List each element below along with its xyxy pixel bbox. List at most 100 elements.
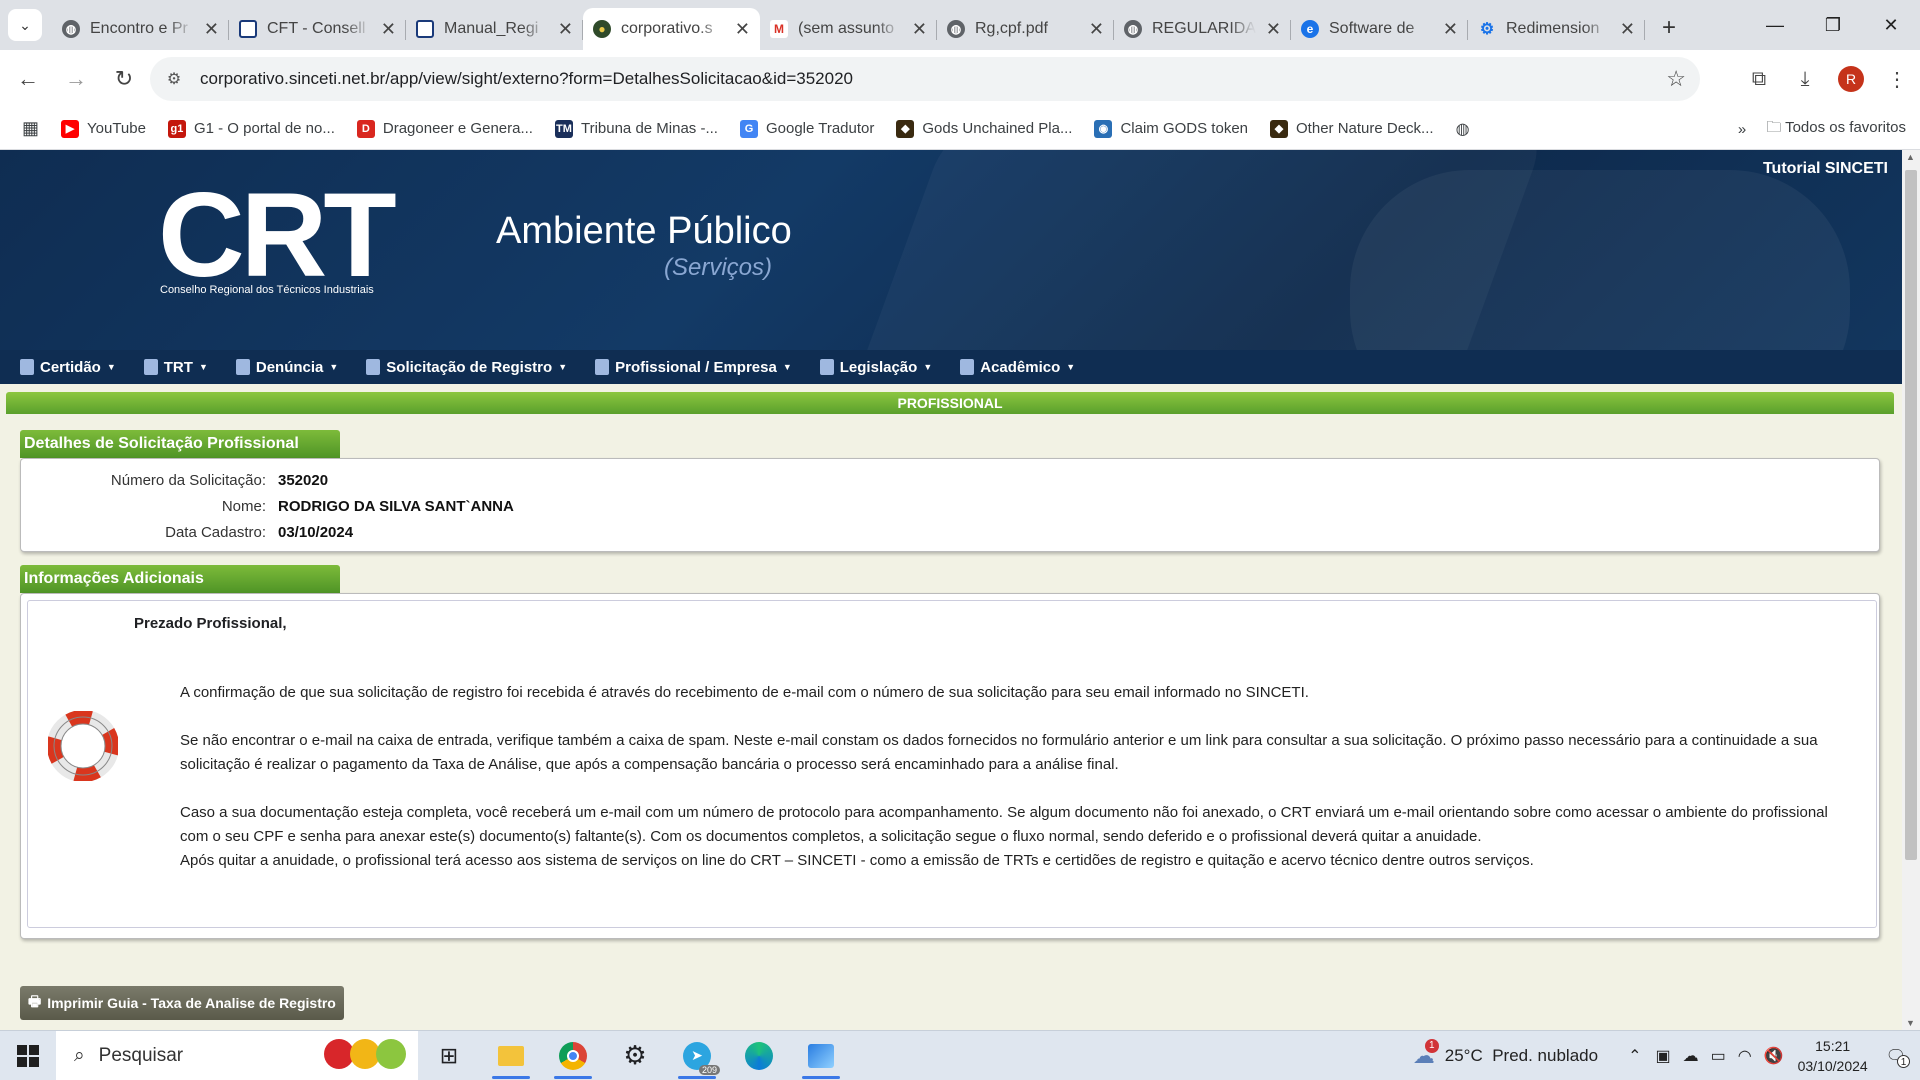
caret-down-icon: ▼ [923, 362, 933, 372]
menu-kebab-icon[interactable]: ⋮ [1874, 67, 1920, 92]
menu-item[interactable]: Solicitação de Registro ▼ [366, 359, 567, 376]
taskbar-search[interactable]: ⌕ Pesquisar [56, 1030, 418, 1080]
show-hidden-icons[interactable]: ⌃ [1628, 1046, 1641, 1066]
tab-title: (sem assunto [798, 20, 895, 37]
tutorial-link[interactable]: Tutorial SINCETI [1763, 160, 1888, 178]
field-row: Nome: RODRIGO DA SILVA SANT`ANNA [21, 498, 514, 515]
edge-icon[interactable] [728, 1031, 790, 1080]
menu-item[interactable]: Denúncia ▼ [235, 359, 338, 376]
extensions-icon[interactable]: ⧉ [1736, 68, 1782, 91]
browser-tab[interactable]: e Software de ✕ [1291, 10, 1468, 48]
notifications-icon[interactable]: 🗨 1 [1886, 1046, 1910, 1068]
onedrive-icon[interactable]: ☁ [1683, 1046, 1699, 1066]
caret-down-icon: ▼ [782, 362, 792, 372]
wifi-icon[interactable]: ◠ [1738, 1046, 1752, 1066]
bookmark-item[interactable]: ◉ Claim GODS token [1094, 119, 1248, 138]
address-bar[interactable]: ⚙ corporativo.sinceti.net.br/app/view/si… [150, 57, 1700, 101]
file-explorer-icon[interactable] [480, 1031, 542, 1080]
bookmarks-bar: ▦ ▶ YouTube g1 G1 - O portal de no... D Drago… [0, 108, 1920, 150]
menu-item[interactable]: Certidão ▼ [20, 359, 116, 376]
site-info-icon[interactable]: ⚙ [154, 69, 194, 89]
back-button[interactable]: ← [8, 59, 48, 99]
battery-icon[interactable]: ▭ [1711, 1046, 1726, 1066]
tab-title: Encontro e Pr [90, 20, 188, 37]
windows-start-button[interactable] [0, 1044, 56, 1067]
chrome-icon[interactable] [542, 1031, 604, 1080]
close-tab-icon[interactable]: ✕ [1620, 19, 1635, 40]
meet-now-icon[interactable]: ▣ [1655, 1046, 1670, 1066]
menu-item-icon [366, 359, 381, 375]
task-view-icon[interactable]: ⊞ [418, 1031, 480, 1080]
browser-tab[interactable]: ◍ Rg,cpf.pdf ✕ [937, 10, 1114, 48]
crt-logo[interactable]: CRT [158, 175, 397, 295]
menu-item-icon [595, 359, 610, 375]
profile-avatar[interactable]: R [1838, 66, 1864, 92]
browser-tab[interactable]: ⚙ Redimension ✕ [1468, 10, 1645, 48]
bookmark-item[interactable]: ◆ Other Nature Deck... [1270, 119, 1434, 138]
new-tab-button[interactable]: + [1651, 10, 1687, 46]
download-icon[interactable]: ⤓ [1782, 68, 1828, 91]
bookmark-icon: g1 [167, 119, 186, 138]
bookmark-item[interactable]: G Google Tradutor [739, 119, 874, 138]
search-icon: ⌕ [74, 1044, 85, 1066]
scroll-down-icon[interactable]: ▼ [1906, 1018, 1915, 1028]
field-row: Número da Solicitação: 352020 [21, 472, 328, 489]
close-tab-icon[interactable]: ✕ [735, 19, 750, 40]
restore-button[interactable]: ❐ [1804, 0, 1862, 50]
menu-item[interactable]: Acadêmico ▼ [960, 359, 1075, 376]
bookmark-label: Dragoneer e Genera... [382, 120, 533, 137]
menu-item[interactable]: TRT ▼ [143, 359, 208, 376]
close-window-button[interactable]: ✕ [1862, 0, 1920, 50]
browser-tab[interactable]: ● corporativo.s ✕ [583, 8, 760, 50]
browser-tab[interactable]: ◍ REGULARIDA ✕ [1114, 10, 1291, 48]
reload-button[interactable]: ↻ [104, 59, 144, 99]
close-tab-icon[interactable]: ✕ [1443, 19, 1458, 40]
bookmark-globe-icon[interactable]: ◍ [1456, 119, 1470, 139]
bookmark-item[interactable]: TM Tribuna de Minas -... [554, 119, 718, 138]
more-bookmarks-icon[interactable]: » [1738, 121, 1746, 138]
settings-icon[interactable]: ⚙ [604, 1031, 666, 1080]
bookmark-label: G1 - O portal de no... [193, 120, 335, 137]
close-tab-icon[interactable]: ✕ [381, 19, 396, 40]
bookmark-item[interactable]: ▶ YouTube [61, 119, 146, 138]
browser-tab[interactable]: ◍ Encontro e Pr ✕ [52, 10, 229, 48]
browser-tab[interactable]: M (sem assunto ✕ [760, 10, 937, 48]
volume-icon[interactable]: 🔇 [1764, 1046, 1784, 1066]
weather-text[interactable]: 25°C Pred. nublado [1445, 1046, 1598, 1066]
apps-grid-icon[interactable]: ▦ [22, 118, 39, 139]
bookmark-item[interactable]: ◆ Gods Unchained Pla... [896, 119, 1073, 138]
bookmark-star-icon[interactable]: ☆ [1666, 66, 1686, 92]
search-placeholder: Pesquisar [98, 1044, 184, 1066]
menu-item-icon [819, 359, 834, 375]
browser-tab[interactable]: Manual_Regi ✕ [406, 10, 583, 48]
bookmark-list: ▶ YouTube g1 G1 - O portal de no... D Dragone… [39, 119, 1434, 138]
telegram-icon[interactable]: ➤ 209 [666, 1031, 728, 1080]
close-tab-icon[interactable]: ✕ [1089, 19, 1104, 40]
bookmark-item[interactable]: D Dragoneer e Genera... [356, 119, 533, 138]
tab-search-button[interactable]: ⌄ [8, 9, 42, 41]
photos-icon[interactable] [790, 1031, 852, 1080]
close-tab-icon[interactable]: ✕ [204, 19, 219, 40]
print-guide-button[interactable]: 🖶 Imprimir Guia - Taxa de Analise de Reg… [20, 986, 344, 1020]
close-tab-icon[interactable]: ✕ [1266, 19, 1281, 40]
bookmark-icon: ▶ [61, 119, 80, 138]
tab-title: CFT - Consell [267, 20, 366, 37]
weather-icon[interactable]: ☁ 1 [1413, 1039, 1439, 1069]
page-scrollbar[interactable]: ▲ ▼ [1902, 150, 1920, 1030]
all-favorites-folder[interactable]: 🗀 Todos os favoritos [1766, 117, 1906, 142]
minimize-button[interactable]: — [1746, 0, 1804, 50]
scroll-up-icon[interactable]: ▲ [1906, 152, 1915, 162]
scrollbar-thumb[interactable] [1905, 170, 1917, 860]
browser-tab[interactable]: CFT - Consell ✕ [229, 10, 406, 48]
clock[interactable]: 15:21 03/10/2024 [1798, 1036, 1868, 1076]
close-tab-icon[interactable]: ✕ [558, 19, 573, 40]
bookmark-label: Gods Unchained Pla... [922, 120, 1073, 137]
url-text[interactable]: corporativo.sinceti.net.br/app/view/sigh… [200, 69, 853, 89]
menu-item[interactable]: Profissional / Empresa ▼ [595, 359, 792, 376]
bookmark-item[interactable]: g1 G1 - O portal de no... [167, 119, 335, 138]
bookmark-icon: ◆ [1270, 119, 1289, 138]
info-inner: Prezado Profissional, A confirmação de q… [27, 600, 1877, 928]
menu-item[interactable]: Legislação ▼ [819, 359, 933, 376]
close-tab-icon[interactable]: ✕ [912, 19, 927, 40]
forward-button[interactable]: → [56, 59, 96, 99]
